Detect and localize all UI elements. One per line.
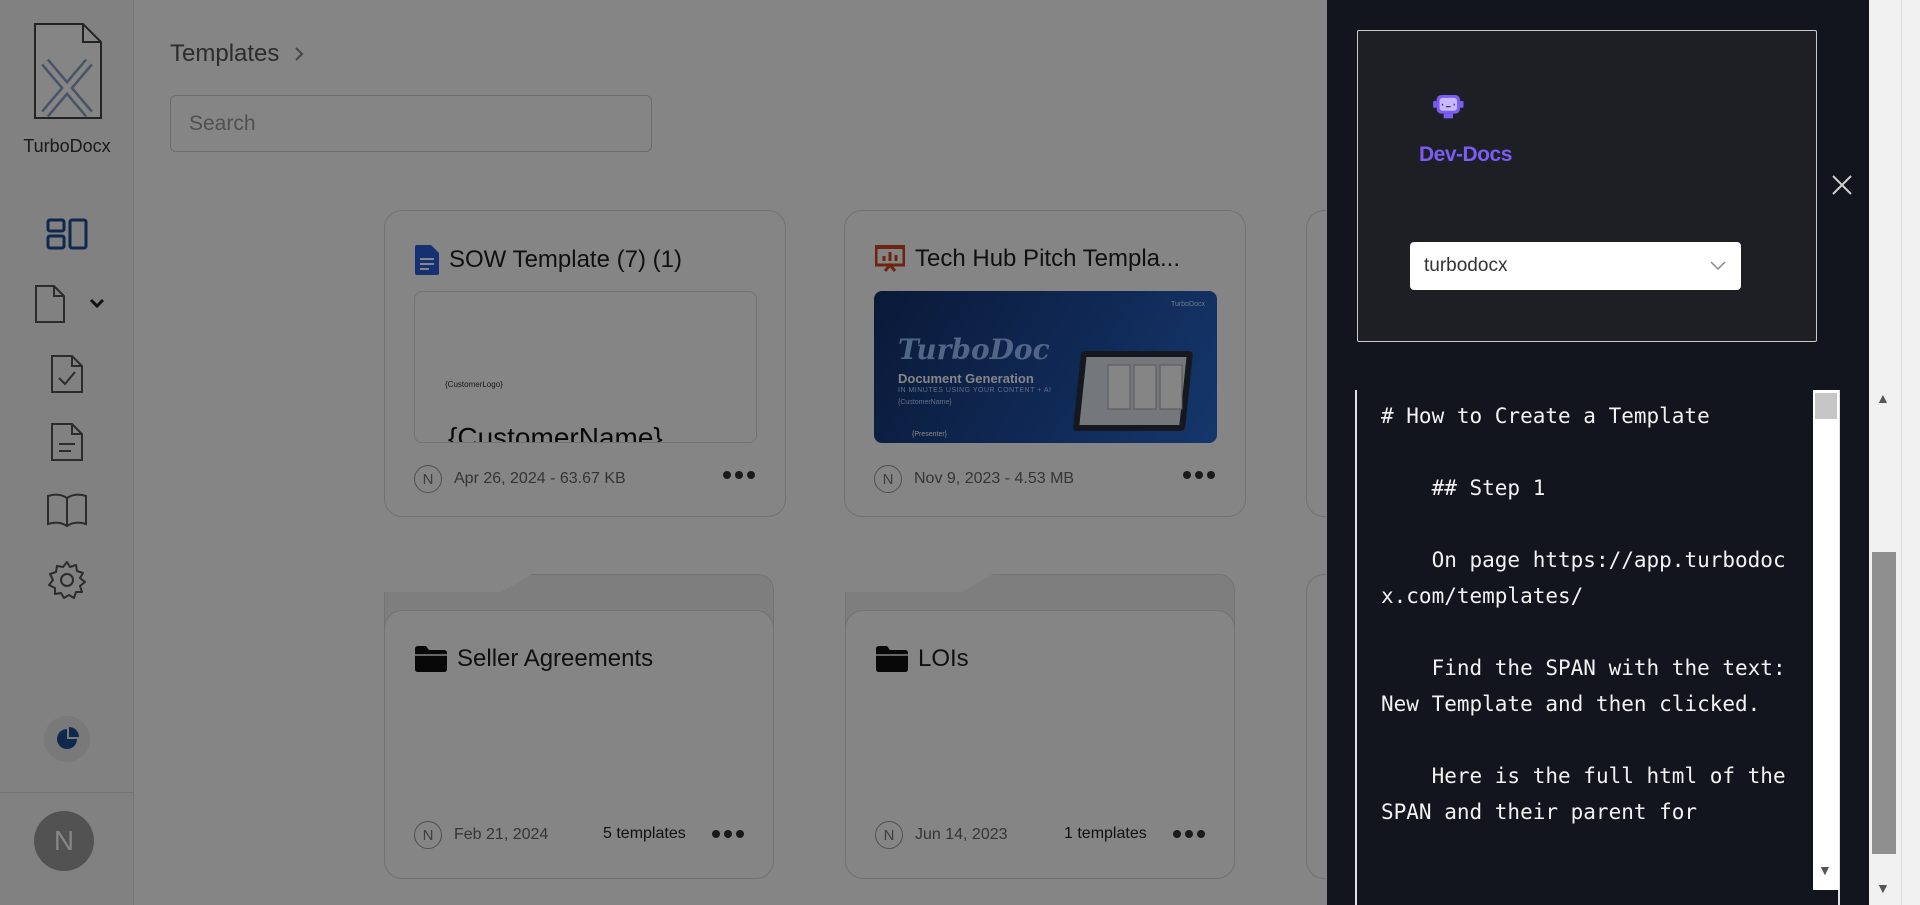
- project-select-value: turbodocx: [1424, 255, 1508, 276]
- devdocs-brand: Dev-Docs: [1419, 143, 1512, 166]
- panel-scroll-down[interactable]: ▼: [1876, 880, 1890, 896]
- robot-icon: [1433, 95, 1464, 119]
- close-button[interactable]: [1827, 170, 1857, 200]
- page-scrollbar[interactable]: [1901, 0, 1920, 905]
- content-scroll-down[interactable]: ▼: [1818, 862, 1832, 878]
- content-scrollbar-thumb[interactable]: [1815, 393, 1837, 419]
- modal-backdrop[interactable]: [0, 0, 1328, 905]
- close-icon: [1832, 175, 1852, 195]
- devdocs-content[interactable]: # How to Create a Template ## Step 1 On …: [1355, 390, 1840, 905]
- devdocs-header: Dev-Docs turbodocx: [1357, 30, 1817, 342]
- devdocs-markdown: # How to Create a Template ## Step 1 On …: [1381, 404, 1786, 824]
- chevron-down-icon: [1710, 261, 1726, 271]
- project-select[interactable]: turbodocx: [1410, 242, 1741, 290]
- panel-scroll-up[interactable]: ▲: [1876, 390, 1890, 406]
- panel-scrollbar-thumb[interactable]: [1872, 552, 1896, 854]
- content-scrollbar[interactable]: [1813, 390, 1839, 890]
